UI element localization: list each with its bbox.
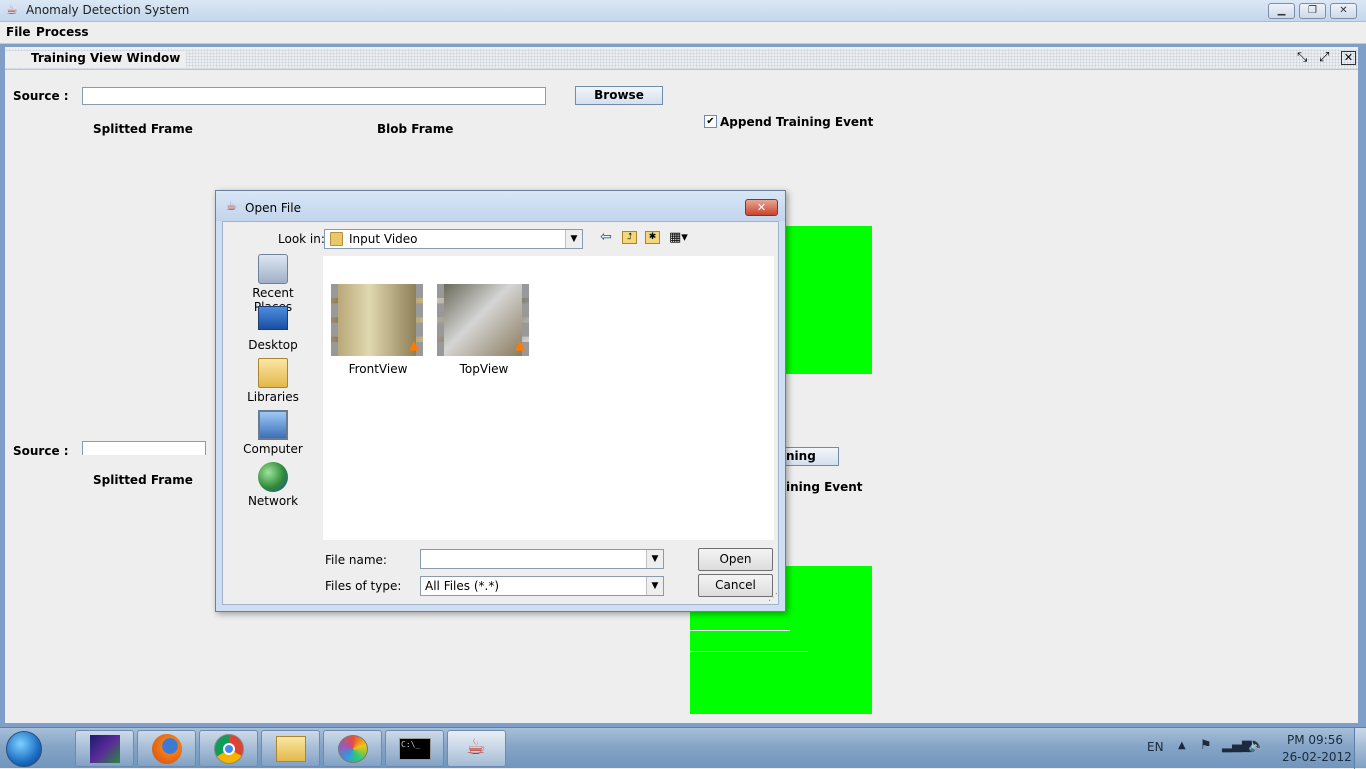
new-folder-icon[interactable]: ✱ [645, 231, 660, 244]
source-label: Source : [13, 89, 69, 103]
taskbar-java[interactable]: ☕ [447, 730, 506, 767]
look-in-label: Look in: [278, 232, 325, 246]
taskbar-chrome[interactable] [199, 730, 258, 767]
taskbar-cmd[interactable]: C:\_ [385, 730, 444, 767]
libraries-icon [258, 358, 288, 388]
file-name[interactable]: FrontView [325, 362, 431, 376]
start-orb-icon[interactable] [6, 731, 42, 767]
divider [690, 651, 808, 652]
place-label: Network [247, 494, 299, 508]
back-icon[interactable]: ⇦ [600, 229, 612, 245]
menu-file[interactable]: File [6, 25, 31, 39]
place-network[interactable]: Network [234, 462, 312, 508]
iconify-icon[interactable]: ⤡ [1297, 50, 1307, 65]
restore-button[interactable]: ❐ [1299, 3, 1326, 19]
close-frame-icon[interactable]: ✕ [1341, 51, 1356, 65]
file-name-input[interactable]: ▼ [420, 549, 664, 569]
dialog-title: Open File [245, 201, 301, 215]
cancel-button[interactable]: Cancel [698, 574, 773, 597]
place-label: Libraries [247, 390, 299, 404]
language-indicator[interactable]: EN [1147, 740, 1164, 754]
file-name-label: File name: [325, 553, 387, 567]
place-recent-places[interactable]: Recent Places [234, 254, 312, 314]
vlc-icon: ▲ [409, 338, 419, 353]
blob-frame-label: Blob Frame [377, 122, 454, 136]
training-preview-panel [785, 226, 872, 374]
open-file-dialog: ☕ Open File ✕ Look in: Input Video ▼ ⇦ ⮥… [215, 190, 786, 612]
source-input-2[interactable] [82, 441, 206, 455]
file-item[interactable]: ▲ [331, 284, 423, 356]
append-training-checkbox[interactable]: ✔ [704, 115, 717, 128]
chrome-center [223, 743, 235, 755]
files-of-type-label: Files of type: [325, 579, 402, 593]
files-of-type-combo[interactable]: All Files (*.*) ▼ [420, 576, 664, 596]
java-icon: ☕ [6, 3, 18, 18]
splitted-frame-label: Splitted Frame [93, 122, 193, 136]
menu-bar: File Process [0, 22, 1366, 44]
file-item[interactable]: ▲ [437, 284, 529, 356]
place-label: Desktop [248, 338, 298, 352]
clock-date[interactable]: 26-02-2012 [1282, 750, 1352, 764]
splitted-frame-label-2: Splitted Frame [93, 473, 193, 487]
look-in-combo[interactable]: Input Video ▼ [324, 229, 583, 249]
paint-icon [338, 735, 368, 763]
menu-process[interactable]: Process [36, 25, 89, 39]
file-list[interactable]: ▲ FrontView ▲ TopView [323, 256, 774, 540]
open-button[interactable]: Open [698, 548, 773, 571]
append-training-label-2: ining Event [786, 480, 863, 494]
internal-frame-title-bar[interactable]: Training View Window ⤡ ⤢ ✕ [5, 49, 1358, 70]
taskbar-explorer[interactable] [261, 730, 320, 767]
clock-time[interactable]: PM 09:56 [1287, 733, 1343, 747]
source-label-2: Source : [13, 444, 69, 458]
dialog-body: Look in: Input Video ▼ ⇦ ⮥ ✱ ▦▾ Recent P… [222, 221, 779, 605]
taskbar-visual-studio[interactable] [75, 730, 134, 767]
maximize-icon[interactable]: ⤢ [1319, 50, 1329, 65]
recent-places-icon [258, 254, 288, 284]
minimize-button[interactable]: ▁ [1268, 3, 1295, 19]
network-icon [258, 462, 288, 492]
show-hidden-icons-icon[interactable]: ▲ [1178, 740, 1186, 751]
browse-button[interactable]: Browse [575, 86, 663, 105]
view-menu-icon[interactable]: ▦▾ [669, 230, 688, 245]
dialog-title-bar[interactable]: ☕ Open File ✕ [216, 191, 785, 221]
chrome-icon [214, 734, 244, 764]
cmd-icon: C:\_ [399, 738, 431, 760]
place-desktop[interactable]: Desktop [234, 306, 312, 352]
java-icon: ☕ [466, 735, 486, 760]
divider [690, 630, 790, 631]
source-input[interactable] [82, 87, 546, 105]
computer-icon [258, 410, 288, 440]
place-computer[interactable]: Computer [234, 410, 312, 456]
volume-icon[interactable]: 🔈 [1248, 737, 1265, 753]
place-libraries[interactable]: Libraries [234, 358, 312, 404]
chevron-down-icon[interactable]: ▼ [646, 550, 663, 568]
file-name[interactable]: TopView [431, 362, 537, 376]
taskbar: C:\_ ☕ EN ▲ ⚑ ▂▄▆ 🔈 PM 09:56 26-02-2012 [0, 727, 1366, 769]
dialog-close-button[interactable]: ✕ [745, 199, 778, 216]
taskbar-firefox[interactable] [137, 730, 196, 767]
action-center-icon[interactable]: ⚑ [1200, 738, 1212, 753]
window-title-bar[interactable]: ☕ Anomaly Detection System ▁ ❐ ✕ [0, 0, 1366, 22]
java-icon: ☕ [226, 199, 237, 213]
close-button[interactable]: ✕ [1330, 3, 1357, 19]
up-folder-icon[interactable]: ⮥ [622, 231, 637, 244]
visual-studio-icon [90, 735, 120, 763]
folder-icon [330, 232, 343, 246]
look-in-value: Input Video [349, 232, 418, 246]
vlc-icon: ▲ [515, 338, 525, 353]
files-of-type-value: All Files (*.*) [425, 579, 500, 593]
internal-frame-title: Training View Window [5, 51, 187, 68]
firefox-icon [152, 734, 182, 764]
window-title: Anomaly Detection System [26, 3, 190, 17]
taskbar-paint[interactable] [323, 730, 382, 767]
chevron-down-icon[interactable]: ▼ [565, 230, 582, 248]
resize-grip-icon[interactable]: ⋰ [768, 592, 778, 603]
show-desktop-button[interactable] [1354, 728, 1366, 769]
desktop-icon [258, 306, 288, 330]
place-label: Computer [243, 442, 303, 456]
chevron-down-icon[interactable]: ▼ [646, 577, 663, 595]
append-training-label: Append Training Event [720, 115, 874, 129]
explorer-icon [276, 736, 306, 762]
